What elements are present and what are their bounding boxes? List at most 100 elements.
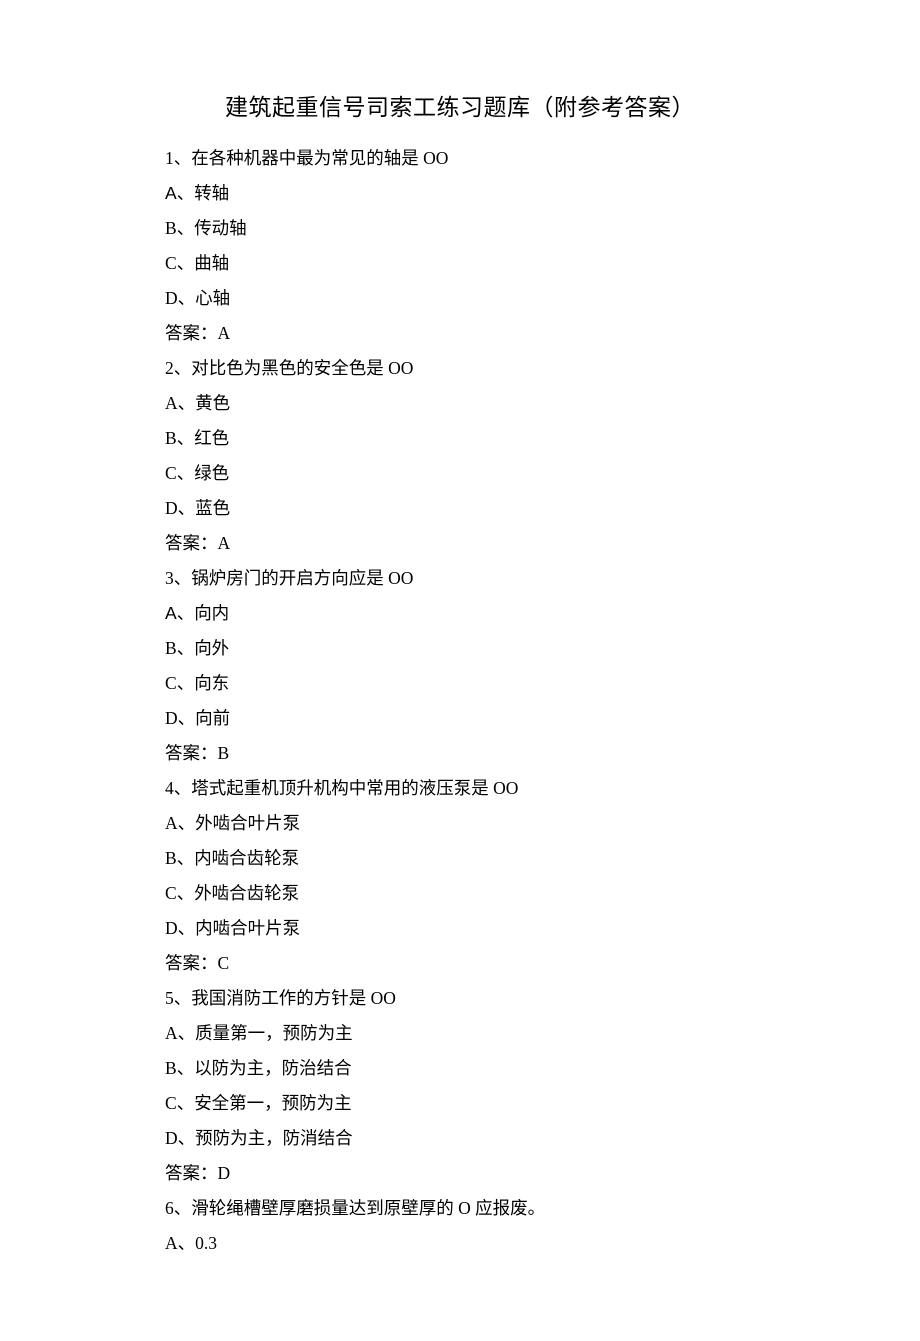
option-letter: A [165,393,178,413]
option-letter: C [165,883,177,903]
question-stem: 2、对比色为黑色的安全色是 OO [165,351,755,386]
question-stem-text: 我国消防工作的方针是 OO [191,988,396,1008]
option-text: 内啮合齿轮泵 [194,848,299,868]
option-line: D、预防为主，防消结合 [165,1121,755,1156]
option-text: 传动轴 [194,218,247,238]
separator-text: 、 [174,988,192,1008]
option-letter: A [165,1233,178,1253]
option-text: 向内 [194,603,229,623]
option-line: A、向内 [165,596,755,631]
option-text: 蓝色 [195,498,230,518]
answer-line: 答案：B [165,736,755,771]
separator-text: 、 [177,428,195,448]
option-text: 绿色 [194,463,229,483]
option-letter: C [165,463,177,483]
question-stem-text: 塔式起重机顶升机构中常用的液压泵是 OO [191,778,518,798]
option-line: B、传动轴 [165,211,755,246]
option-text: 0.3 [195,1233,217,1253]
question-stem-text: 在各种机器中最为常见的轴是 OO [191,148,448,168]
separator-text: 、 [177,848,195,868]
option-letter: C [165,253,177,273]
option-line: C、外啮合齿轮泵 [165,876,755,911]
option-text: 心轴 [195,288,230,308]
option-text: 外啮合叶片泵 [195,813,300,833]
option-line: D、蓝色 [165,491,755,526]
answer-line: 答案：A [165,526,755,561]
separator-text: 、 [177,638,195,658]
option-letter: C [165,673,177,693]
option-line: D、内啮合叶片泵 [165,911,755,946]
question-number: 5 [165,988,174,1008]
answer-label: 答案： [165,323,218,343]
question-number: 4 [165,778,174,798]
question-number: 6 [165,1198,174,1218]
answer-value: D [218,1163,231,1183]
option-line: B、向外 [165,631,755,666]
separator-text: 、 [177,603,195,623]
separator-text: 、 [178,288,196,308]
option-letter: B [165,1058,177,1078]
option-letter: A [165,183,177,203]
question-stem: 4、塔式起重机顶升机构中常用的液压泵是 OO [165,771,755,806]
separator-text: 、 [174,148,192,168]
separator-text: 、 [174,1198,192,1218]
question-number: 2 [165,358,174,378]
option-text: 安全第一，预防为主 [194,1093,352,1113]
option-line: C、绿色 [165,456,755,491]
answer-label: 答案： [165,743,218,763]
questions-container: 1、在各种机器中最为常见的轴是 OOA、转轴B、传动轴C、曲轴D、心轴答案：A2… [165,141,755,1261]
option-text: 黄色 [195,393,230,413]
separator-text: 、 [178,918,196,938]
answer-label: 答案： [165,953,218,973]
separator-text: 、 [174,778,192,798]
option-line: B、红色 [165,421,755,456]
separator-text: 、 [178,393,196,413]
separator-text: 、 [177,253,195,273]
option-text: 以防为主，防治结合 [194,1058,352,1078]
option-line: A、黄色 [165,386,755,421]
option-letter: B [165,218,177,238]
question-stem: 6、滑轮绳槽壁厚磨损量达到原壁厚的 O 应报废。 [165,1191,755,1226]
option-letter: A [165,813,178,833]
option-letter: B [165,848,177,868]
option-line: B、以防为主，防治结合 [165,1051,755,1086]
separator-text: 、 [177,1093,195,1113]
option-text: 红色 [194,428,229,448]
option-line: A、转轴 [165,176,755,211]
separator-text: 、 [178,813,196,833]
option-letter: A [165,1023,178,1043]
separator-text: 、 [178,708,196,728]
option-line: A、质量第一，预防为主 [165,1016,755,1051]
question-number: 3 [165,568,174,588]
option-letter: D [165,1128,178,1148]
separator-text: 、 [178,498,196,518]
answer-line: 答案：C [165,946,755,981]
option-line: D、向前 [165,701,755,736]
option-letter: D [165,918,178,938]
option-line: A、0.3 [165,1226,755,1261]
option-text: 外啮合齿轮泵 [194,883,299,903]
answer-value: C [218,953,230,973]
separator-text: 、 [177,1058,195,1078]
question-stem-text: 滑轮绳槽壁厚磨损量达到原壁厚的 O 应报废。 [191,1198,545,1218]
option-text: 曲轴 [194,253,229,273]
option-letter: D [165,708,178,728]
question-stem: 5、我国消防工作的方针是 OO [165,981,755,1016]
question-stem-text: 锅炉房门的开启方向应是 OO [191,568,413,588]
option-line: C、向东 [165,666,755,701]
answer-line: 答案：A [165,316,755,351]
separator-text: 、 [177,673,195,693]
answer-value: B [218,743,230,763]
option-line: C、曲轴 [165,246,755,281]
option-line: D、心轴 [165,281,755,316]
answer-value: A [218,323,231,343]
separator-text: 、 [177,218,195,238]
separator-text: 、 [178,1128,196,1148]
option-text: 预防为主，防消结合 [195,1128,353,1148]
separator-text: 、 [178,1023,196,1043]
option-letter: C [165,1093,177,1113]
answer-line: 答案：D [165,1156,755,1191]
option-text: 向外 [194,638,229,658]
option-line: C、安全第一，预防为主 [165,1086,755,1121]
separator-text: 、 [177,183,195,203]
